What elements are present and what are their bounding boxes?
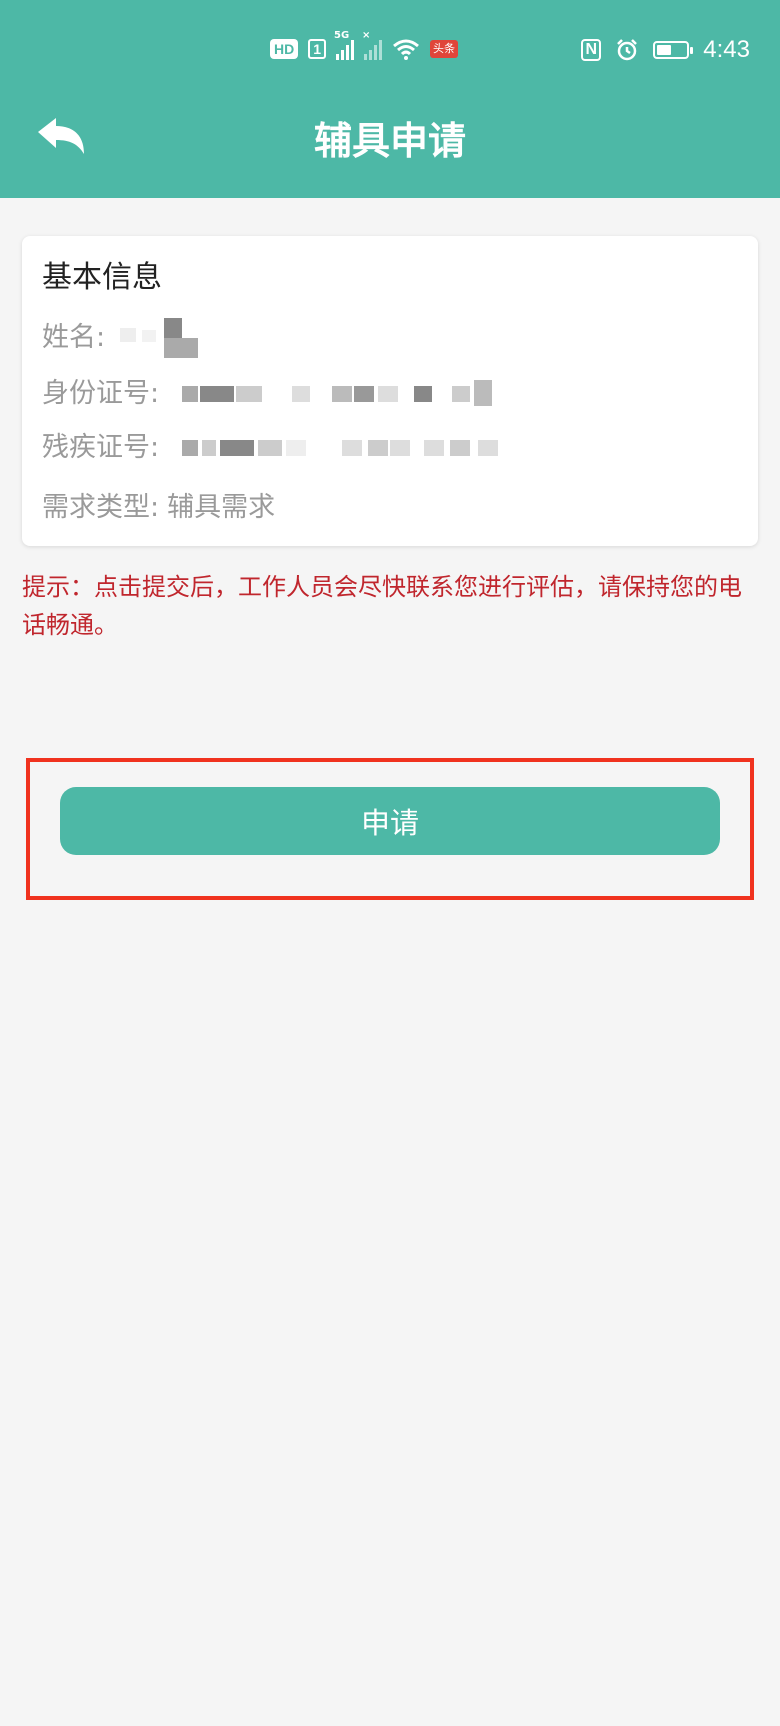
page-title: 辅具申请: [313, 119, 466, 163]
row-label: 需求类型:: [42, 492, 160, 523]
wifi-icon: [393, 39, 419, 60]
nfc-icon: N: [581, 39, 602, 61]
status-bar: HD 1 5G × 头条 N 4:43: [0, 30, 780, 74]
row-value: 辅具需求: [167, 492, 276, 523]
info-row-id-number: 身份证号:: [42, 376, 167, 412]
tip-text: 提示：点击提交后，工作人员会尽快联系您进行评估，请保持您的电话畅通。: [22, 573, 742, 639]
status-time: 4:43: [703, 36, 750, 63]
status-icons-right: N 4:43: [581, 36, 750, 64]
apply-button[interactable]: 申请: [60, 787, 720, 855]
alarm-icon: [617, 39, 638, 61]
info-row-name: 姓名:: [42, 320, 113, 356]
row-label: 姓名:: [42, 322, 106, 353]
signal-icon-secondary: ×: [362, 30, 383, 60]
signal-network-label: 5G: [334, 30, 350, 41]
row-label: 残疾证号:: [42, 432, 160, 463]
info-row-disability-cert: 残疾证号:: [42, 430, 167, 466]
info-row-demand-type: 需求类型: 辅具需求: [42, 490, 275, 526]
battery-icon: [653, 41, 694, 59]
row-label: 身份证号:: [42, 378, 160, 409]
news-icon: 头条: [430, 40, 459, 58]
redacted-disability-cert: [182, 434, 542, 464]
app-header: HD 1 5G × 头条 N 4:43 辅具申请: [0, 0, 780, 198]
redacted-name: [120, 318, 220, 358]
card-title: 基本信息: [42, 260, 162, 295]
status-icons-left: HD 1 5G × 头条: [270, 30, 459, 60]
signal-secondary-label: ×: [362, 30, 371, 41]
basic-info-card: 基本信息 姓名: 身份证号: 残疾证号: 需求类型: 辅具需求: [22, 236, 758, 546]
signal-icon: 5G: [334, 30, 355, 60]
redacted-id-number: [182, 380, 502, 410]
sim-icon: 1: [308, 39, 327, 59]
hd-icon: HD: [270, 39, 299, 59]
